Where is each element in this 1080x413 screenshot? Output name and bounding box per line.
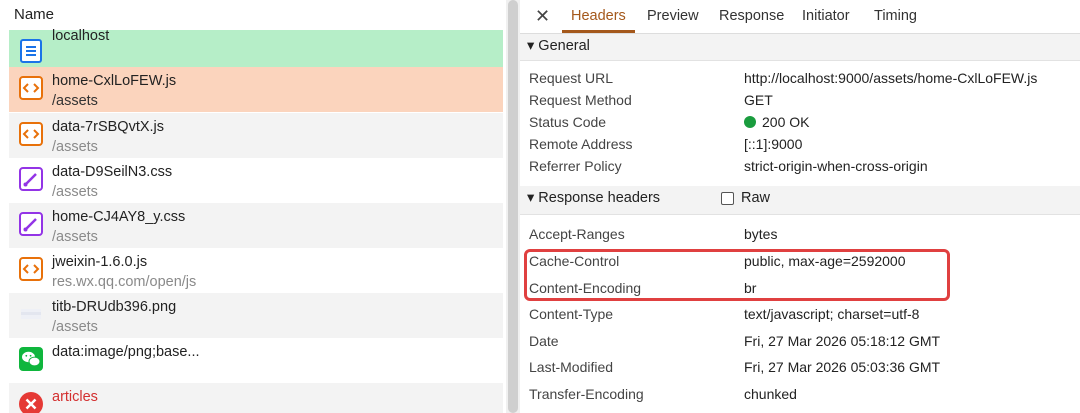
error-icon [18,391,44,413]
response-headers-section-header[interactable]: ▾ Response headers Raw [520,186,1080,215]
request-row-articles[interactable]: articles [9,383,503,413]
header-key: Date [529,333,559,349]
close-icon[interactable]: ✕ [535,6,550,27]
script-icon [18,256,44,282]
status-text: 200 OK [762,114,810,130]
header-value: text/javascript; charset=utf-8 [744,306,920,322]
tab-initiator[interactable]: Initiator [802,8,850,24]
header-value: bytes [744,226,778,242]
raw-checkbox[interactable] [721,192,734,205]
header-key: Status Code [529,114,607,130]
request-name: data-7rSBQvtX.js [52,119,165,135]
image-icon [18,301,44,327]
header-key: Last-Modified [529,359,614,375]
request-name: jweixin-1.6.0.js [52,254,148,270]
header-value: [::1]:9000 [744,136,803,152]
details-tabbar: ✕ Headers Preview Response Initiator Tim… [520,0,1080,34]
highlight-annotation-box [524,249,950,301]
name-column-label: Name [14,6,55,23]
request-row-home-css[interactable]: home-CJ4AY8_y.css /assets [9,203,503,248]
header-key: Accept-Ranges [529,226,625,242]
document-icon [18,38,44,64]
request-path: /assets [52,184,98,200]
raw-label: Raw [741,190,771,206]
stylesheet-icon [18,166,44,192]
script-icon [18,121,44,147]
request-name: home-CJ4AY8_y.css [52,209,186,225]
request-path: /assets [52,229,98,245]
request-path: res.wx.qq.com/open/js [52,274,197,290]
active-tab-indicator [562,30,635,33]
header-value: GET [744,92,773,108]
request-row-data-css[interactable]: data-D9SeilN3.css /assets [9,158,503,203]
header-value: Fri, 27 Mar 2026 05:18:12 GMT [744,333,941,349]
header-key: Content-Type [529,306,614,322]
request-path: /assets [52,139,98,155]
header-value: strict-origin-when-cross-origin [744,158,928,174]
request-name: data:image/png;base... [52,344,200,360]
general-section-header[interactable]: ▾ General [520,34,1080,61]
request-name: home-CxlLoFEW.js [52,73,177,89]
tab-response[interactable]: Response [719,8,784,24]
tab-headers[interactable]: Headers [571,8,626,24]
panel-resizer[interactable] [506,0,520,413]
status-code-value: 200 OK [744,114,809,130]
wechat-icon [18,346,44,372]
request-name: data-D9SeilN3.css [52,164,173,180]
request-row-home-js[interactable]: home-CxlLoFEW.js /assets [9,67,503,112]
header-value: chunked [744,386,797,402]
request-row-data-image[interactable]: data:image/png;base... [9,338,503,383]
general-section-title: ▾ General [527,38,590,54]
request-name: titb-DRUdb396.png [52,299,177,315]
name-column-header[interactable]: Name [0,0,506,30]
header-key: Referrer Policy [529,158,622,174]
request-name: articles [52,389,98,405]
request-details-panel: ✕ Headers Preview Response Initiator Tim… [520,0,1080,413]
status-success-icon [744,116,756,128]
request-path: /assets [52,319,98,335]
header-key: Transfer-Encoding [529,386,644,402]
header-key: Remote Address [529,136,633,152]
tab-timing[interactable]: Timing [874,8,917,24]
header-key: Request Method [529,92,632,108]
scrollbar-thumb[interactable] [508,0,518,413]
stylesheet-icon [18,211,44,237]
request-list-panel: Name localhost home-CxlLoFEW.js /assets … [0,0,506,413]
request-row-data-js[interactable]: data-7rSBQvtX.js /assets [9,113,503,158]
header-value: http://localhost:9000/assets/home-CxlLoF… [744,70,1038,86]
response-headers-title: ▾ Response headers [527,190,661,206]
request-path: /assets [52,93,98,109]
header-value: Fri, 27 Mar 2026 05:03:36 GMT [744,359,941,375]
script-icon [18,75,44,101]
request-name: localhost [52,28,110,44]
request-row-jweixin-js[interactable]: jweixin-1.6.0.js res.wx.qq.com/open/js [9,248,503,293]
request-row-titb-png[interactable]: titb-DRUdb396.png /assets [9,293,503,338]
tab-preview[interactable]: Preview [647,8,699,24]
header-key: Request URL [529,70,614,86]
